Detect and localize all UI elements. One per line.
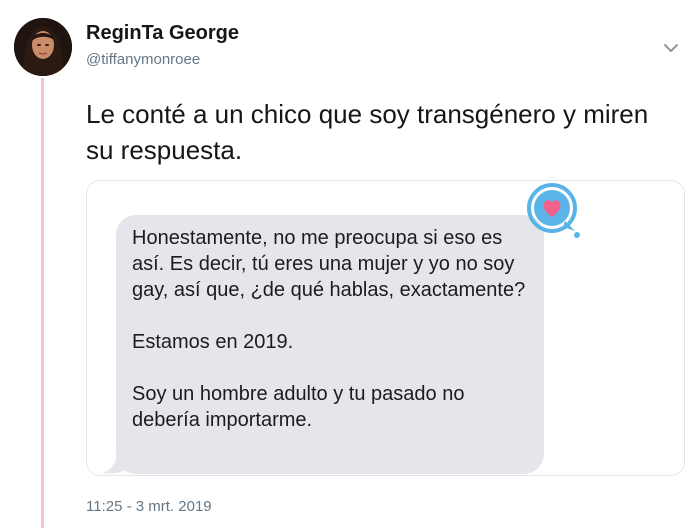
media-card[interactable]: Honestamente, no me preocupa si eso es a… xyxy=(86,180,685,476)
user-handle[interactable]: @tiffanymonroee xyxy=(86,51,200,68)
display-name[interactable]: ReginTa George xyxy=(86,22,239,45)
message-text: Honestamente, no me preocupa si eso es a… xyxy=(132,227,526,431)
tweet-text: Le conté a un chico que soy transgénero … xyxy=(86,99,649,165)
thread-line xyxy=(41,78,44,528)
message-bubble-tail xyxy=(103,443,135,474)
heart-speech-bubble-icon xyxy=(527,183,580,238)
chevron-down-icon[interactable] xyxy=(660,38,682,58)
avatar[interactable] xyxy=(14,18,72,76)
tweet-timestamp[interactable]: 11:25 - 3 mrt. 2019 xyxy=(86,498,212,515)
avatar-image xyxy=(14,18,72,76)
